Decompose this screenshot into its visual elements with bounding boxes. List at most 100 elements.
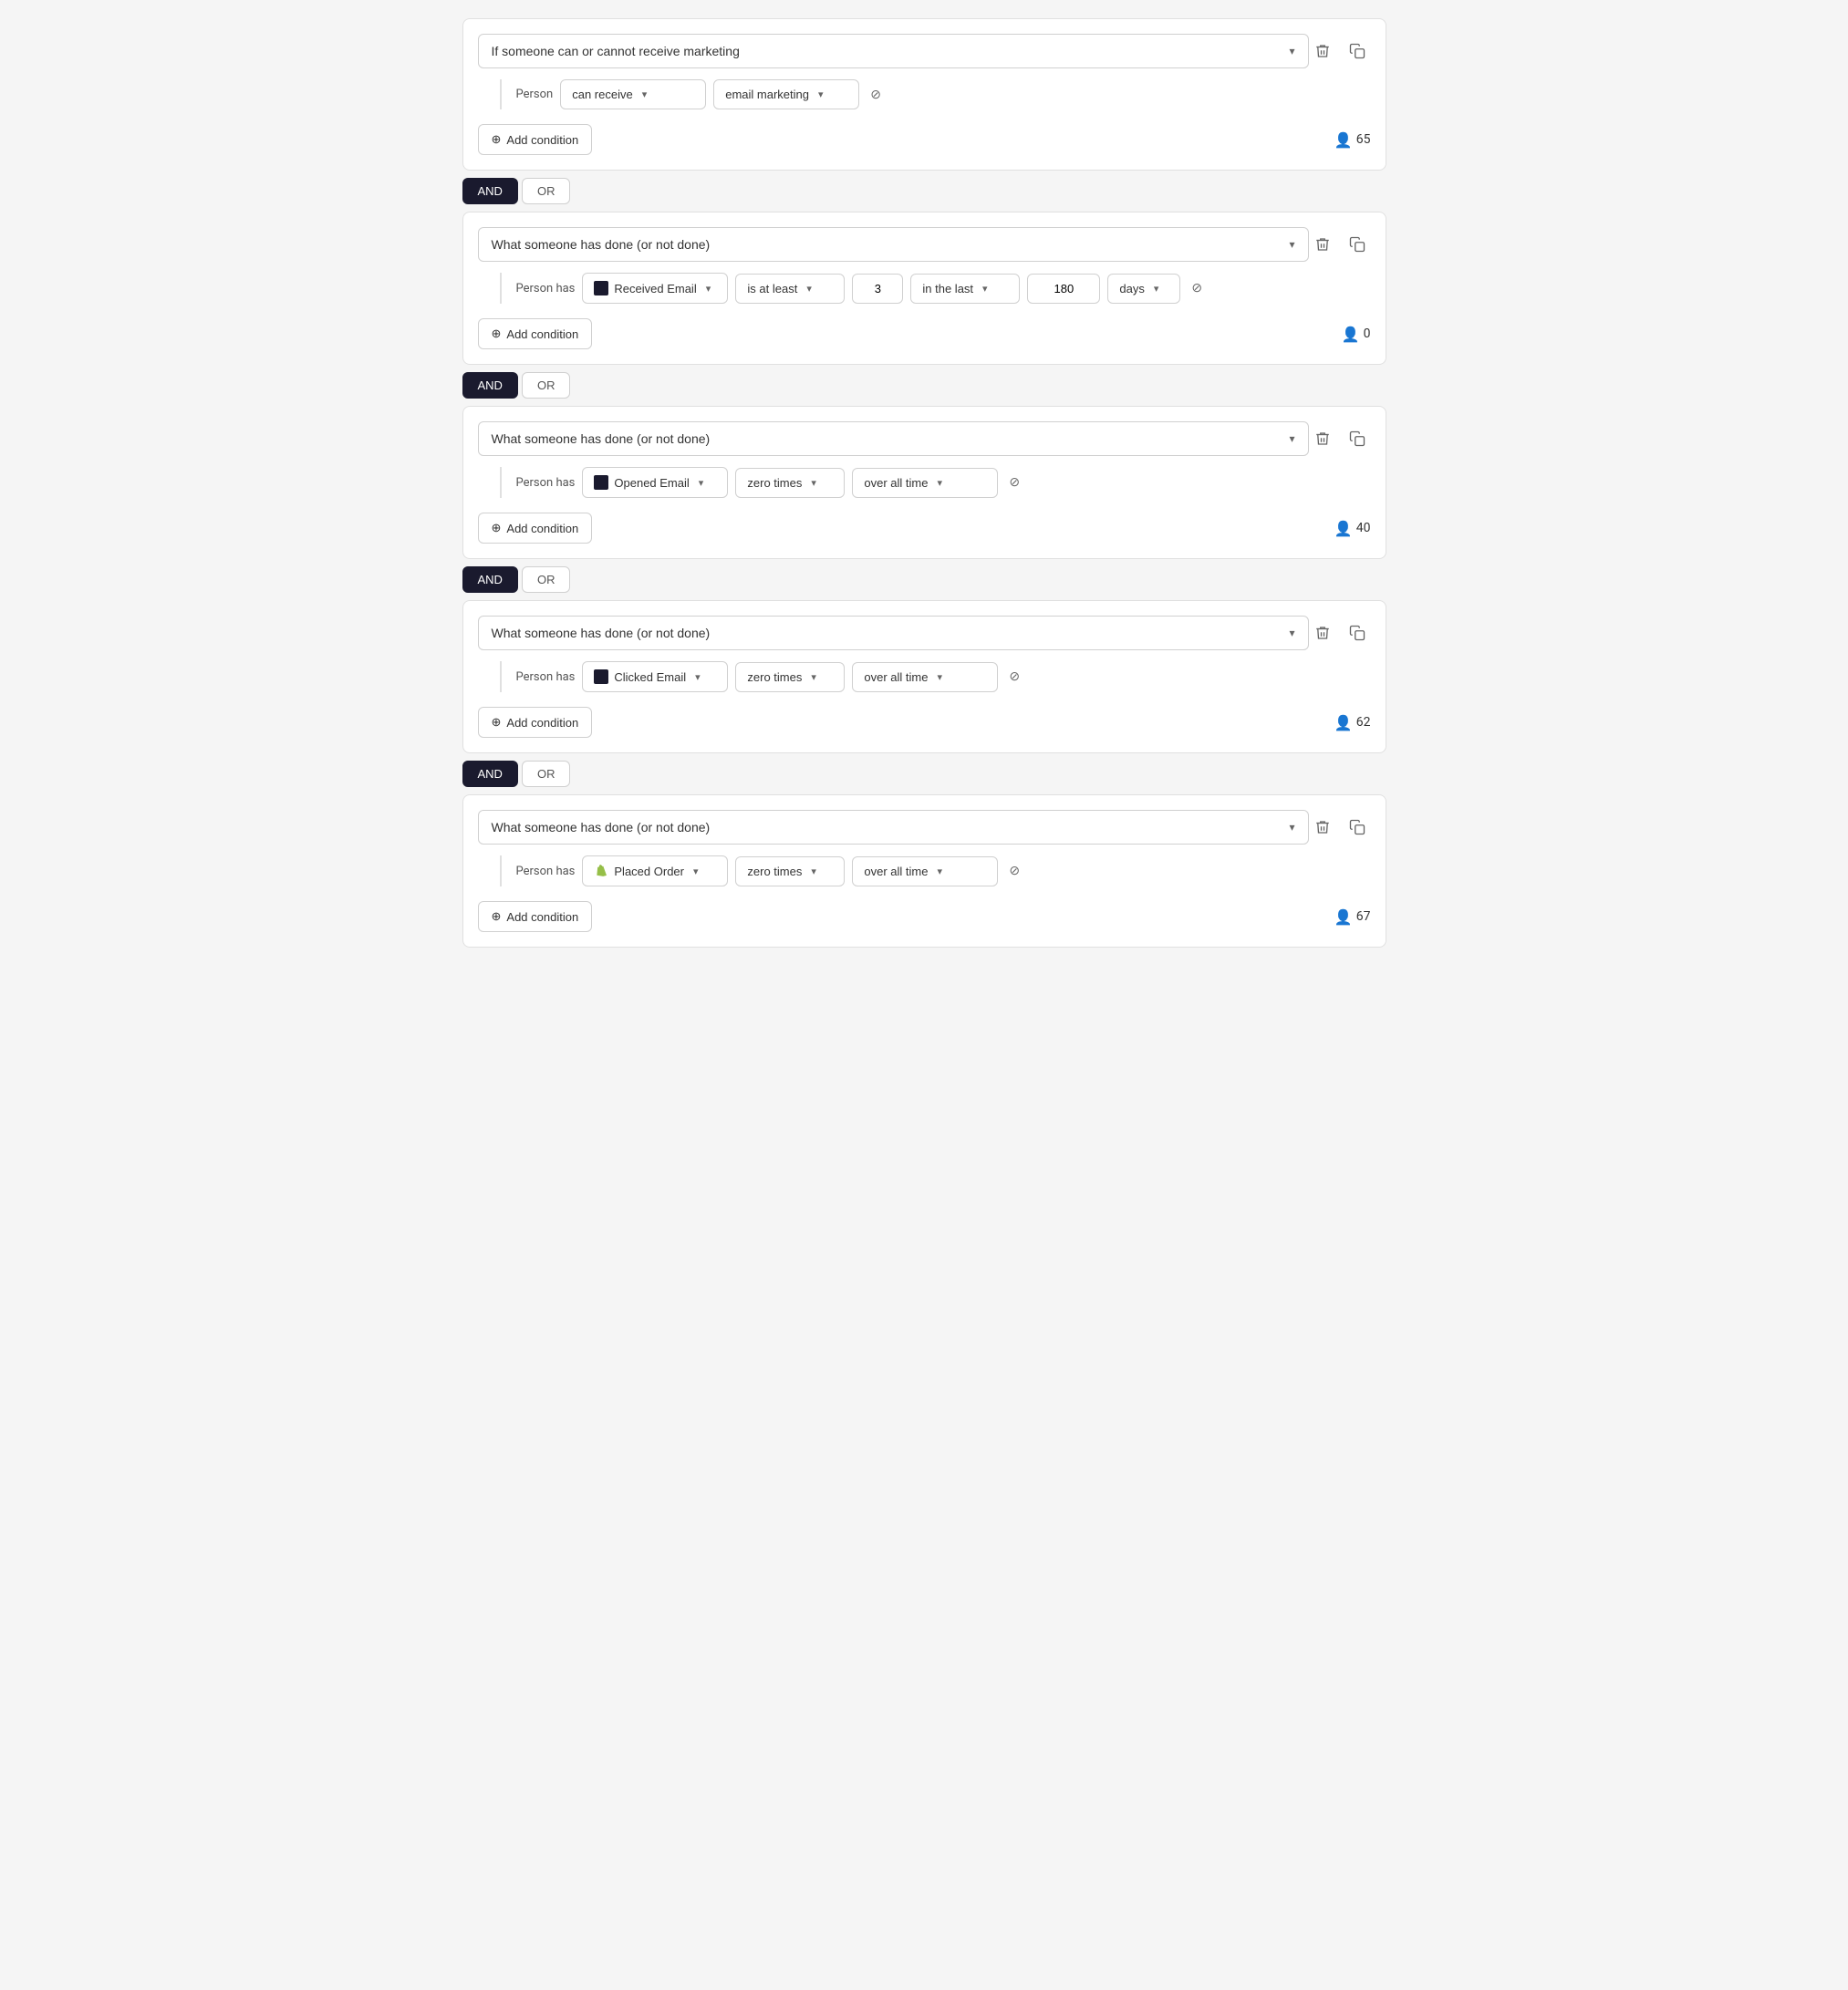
delete-button-3[interactable] — [1309, 425, 1336, 452]
event-icon-3 — [594, 475, 608, 490]
and-button-1[interactable]: AND — [462, 178, 518, 204]
time-unit-dropdown-2[interactable]: days ▾ — [1107, 274, 1180, 304]
count-badge-2: 👤 0 — [1342, 326, 1371, 343]
qualifier-dropdown-2[interactable]: is at least ▾ — [735, 274, 845, 304]
qualifier-dropdown-3[interactable]: zero times ▾ — [735, 468, 845, 498]
chevron-down-icon: ▾ — [811, 865, 816, 877]
block-header-1: If someone can or cannot receive marketi… — [478, 34, 1371, 68]
filter-icon-3[interactable]: ⊘ — [1005, 472, 1023, 493]
shopify-icon-5 — [594, 864, 608, 878]
add-condition-button-1[interactable]: ⊕ Add condition — [478, 124, 593, 155]
condition-block-4: What someone has done (or not done) ▾ Pe… — [462, 600, 1386, 753]
count-badge-1: 👤 65 — [1334, 131, 1371, 149]
and-or-group-1: AND OR — [462, 178, 1386, 204]
chevron-down-icon: ▾ — [693, 865, 699, 877]
block-header-5: What someone has done (or not done) ▾ — [478, 810, 1371, 845]
plus-icon: ⊕ — [492, 132, 502, 147]
qualifier-value-2: is at least — [747, 282, 797, 295]
copy-button-5[interactable] — [1344, 814, 1371, 841]
add-condition-button-5[interactable]: ⊕ Add condition — [478, 901, 593, 932]
block-footer-5: ⊕ Add condition 👤 67 — [478, 901, 1371, 932]
qualifier-dropdown-4[interactable]: zero times ▾ — [735, 662, 845, 692]
event-icon-2 — [594, 281, 608, 295]
or-button-4[interactable]: OR — [522, 761, 571, 787]
copy-button-4[interactable] — [1344, 619, 1371, 647]
block-header-4: What someone has done (or not done) ▾ — [478, 616, 1371, 650]
plus-icon: ⊕ — [492, 715, 502, 730]
block-title-dropdown-2[interactable]: What someone has done (or not done) ▾ — [478, 227, 1309, 262]
number-input-2[interactable] — [852, 274, 903, 304]
block-header-actions-1 — [1309, 37, 1371, 65]
block-header-3: What someone has done (or not done) ▾ — [478, 421, 1371, 456]
filter-icon-5[interactable]: ⊘ — [1005, 860, 1023, 882]
and-or-group-4: AND OR — [462, 761, 1386, 787]
field2-dropdown-1[interactable]: email marketing ▾ — [713, 79, 859, 109]
event-dropdown-5[interactable]: Placed Order ▾ — [582, 855, 728, 886]
qualifier-dropdown-5[interactable]: zero times ▾ — [735, 856, 845, 886]
event-dropdown-2[interactable]: Received Email ▾ — [582, 273, 728, 304]
add-condition-label-5: Add condition — [506, 910, 578, 924]
and-button-3[interactable]: AND — [462, 566, 518, 593]
filter-icon-4[interactable]: ⊘ — [1005, 666, 1023, 688]
person-count-icon-5: 👤 — [1334, 908, 1353, 926]
chevron-down-icon: ▾ — [937, 671, 942, 683]
event-dropdown-3[interactable]: Opened Email ▾ — [582, 467, 728, 498]
condition-block-1: If someone can or cannot receive marketi… — [462, 18, 1386, 171]
count-value-2: 0 — [1364, 326, 1371, 341]
time-range-dropdown-5[interactable]: over all time ▾ — [852, 856, 998, 886]
block-title-dropdown-1[interactable]: If someone can or cannot receive marketi… — [478, 34, 1309, 68]
person-count-icon-1: 👤 — [1334, 131, 1353, 149]
chevron-down-icon: ▾ — [1154, 283, 1159, 295]
chevron-down-icon: ▾ — [1289, 627, 1294, 639]
and-button-2[interactable]: AND — [462, 372, 518, 399]
count-badge-3: 👤 40 — [1334, 520, 1371, 537]
count-value-4: 62 — [1356, 715, 1371, 730]
delete-button-5[interactable] — [1309, 814, 1336, 841]
add-condition-label-3: Add condition — [506, 522, 578, 535]
chevron-down-icon: ▾ — [642, 88, 648, 100]
filter-icon-2[interactable]: ⊘ — [1188, 277, 1206, 299]
chevron-down-icon: ▾ — [811, 671, 816, 683]
copy-button-2[interactable] — [1344, 231, 1371, 258]
condition-row-2: Person has Received Email ▾ is at least … — [500, 273, 1371, 304]
delete-button-1[interactable] — [1309, 37, 1336, 65]
condition-block-3: What someone has done (or not done) ▾ Pe… — [462, 406, 1386, 559]
block-title-dropdown-5[interactable]: What someone has done (or not done) ▾ — [478, 810, 1309, 845]
and-button-4[interactable]: AND — [462, 761, 518, 787]
block-title-2: What someone has done (or not done) — [492, 237, 711, 252]
qualifier-value-3: zero times — [747, 476, 802, 490]
add-condition-button-4[interactable]: ⊕ Add condition — [478, 707, 593, 738]
or-button-1[interactable]: OR — [522, 178, 571, 204]
filter-icon-1[interactable]: ⊘ — [867, 84, 885, 106]
or-button-3[interactable]: OR — [522, 566, 571, 593]
chevron-down-icon: ▾ — [806, 283, 812, 295]
or-button-2[interactable]: OR — [522, 372, 571, 399]
condition-block-2: What someone has done (or not done) ▾ Pe… — [462, 212, 1386, 365]
delete-button-4[interactable] — [1309, 619, 1336, 647]
block-header-2: What someone has done (or not done) ▾ — [478, 227, 1371, 262]
event-dropdown-4[interactable]: Clicked Email ▾ — [582, 661, 728, 692]
block-title-dropdown-4[interactable]: What someone has done (or not done) ▾ — [478, 616, 1309, 650]
condition-row-3: Person has Opened Email ▾ zero times ▾ o… — [500, 467, 1371, 498]
count-value-1: 65 — [1356, 132, 1371, 147]
time-range-dropdown-3[interactable]: over all time ▾ — [852, 468, 998, 498]
add-condition-button-3[interactable]: ⊕ Add condition — [478, 513, 593, 544]
time-range-dropdown-2[interactable]: in the last ▾ — [910, 274, 1020, 304]
event-value-2: Received Email — [614, 282, 696, 295]
delete-button-2[interactable] — [1309, 231, 1336, 258]
event-icon-4 — [594, 669, 608, 684]
add-condition-button-2[interactable]: ⊕ Add condition — [478, 318, 593, 349]
plus-icon: ⊕ — [492, 326, 502, 341]
and-or-group-2: AND OR — [462, 372, 1386, 399]
copy-button-1[interactable] — [1344, 37, 1371, 65]
block-footer-4: ⊕ Add condition 👤 62 — [478, 707, 1371, 738]
time-period-input-2[interactable] — [1027, 274, 1100, 304]
time-range-dropdown-4[interactable]: over all time ▾ — [852, 662, 998, 692]
block-title-dropdown-3[interactable]: What someone has done (or not done) ▾ — [478, 421, 1309, 456]
chevron-down-icon: ▾ — [699, 477, 704, 489]
field1-dropdown-1[interactable]: can receive ▾ — [560, 79, 706, 109]
chevron-down-icon: ▾ — [937, 865, 942, 877]
chevron-down-icon: ▾ — [706, 283, 711, 295]
block-header-left-3: What someone has done (or not done) ▾ — [478, 421, 1309, 456]
copy-button-3[interactable] — [1344, 425, 1371, 452]
